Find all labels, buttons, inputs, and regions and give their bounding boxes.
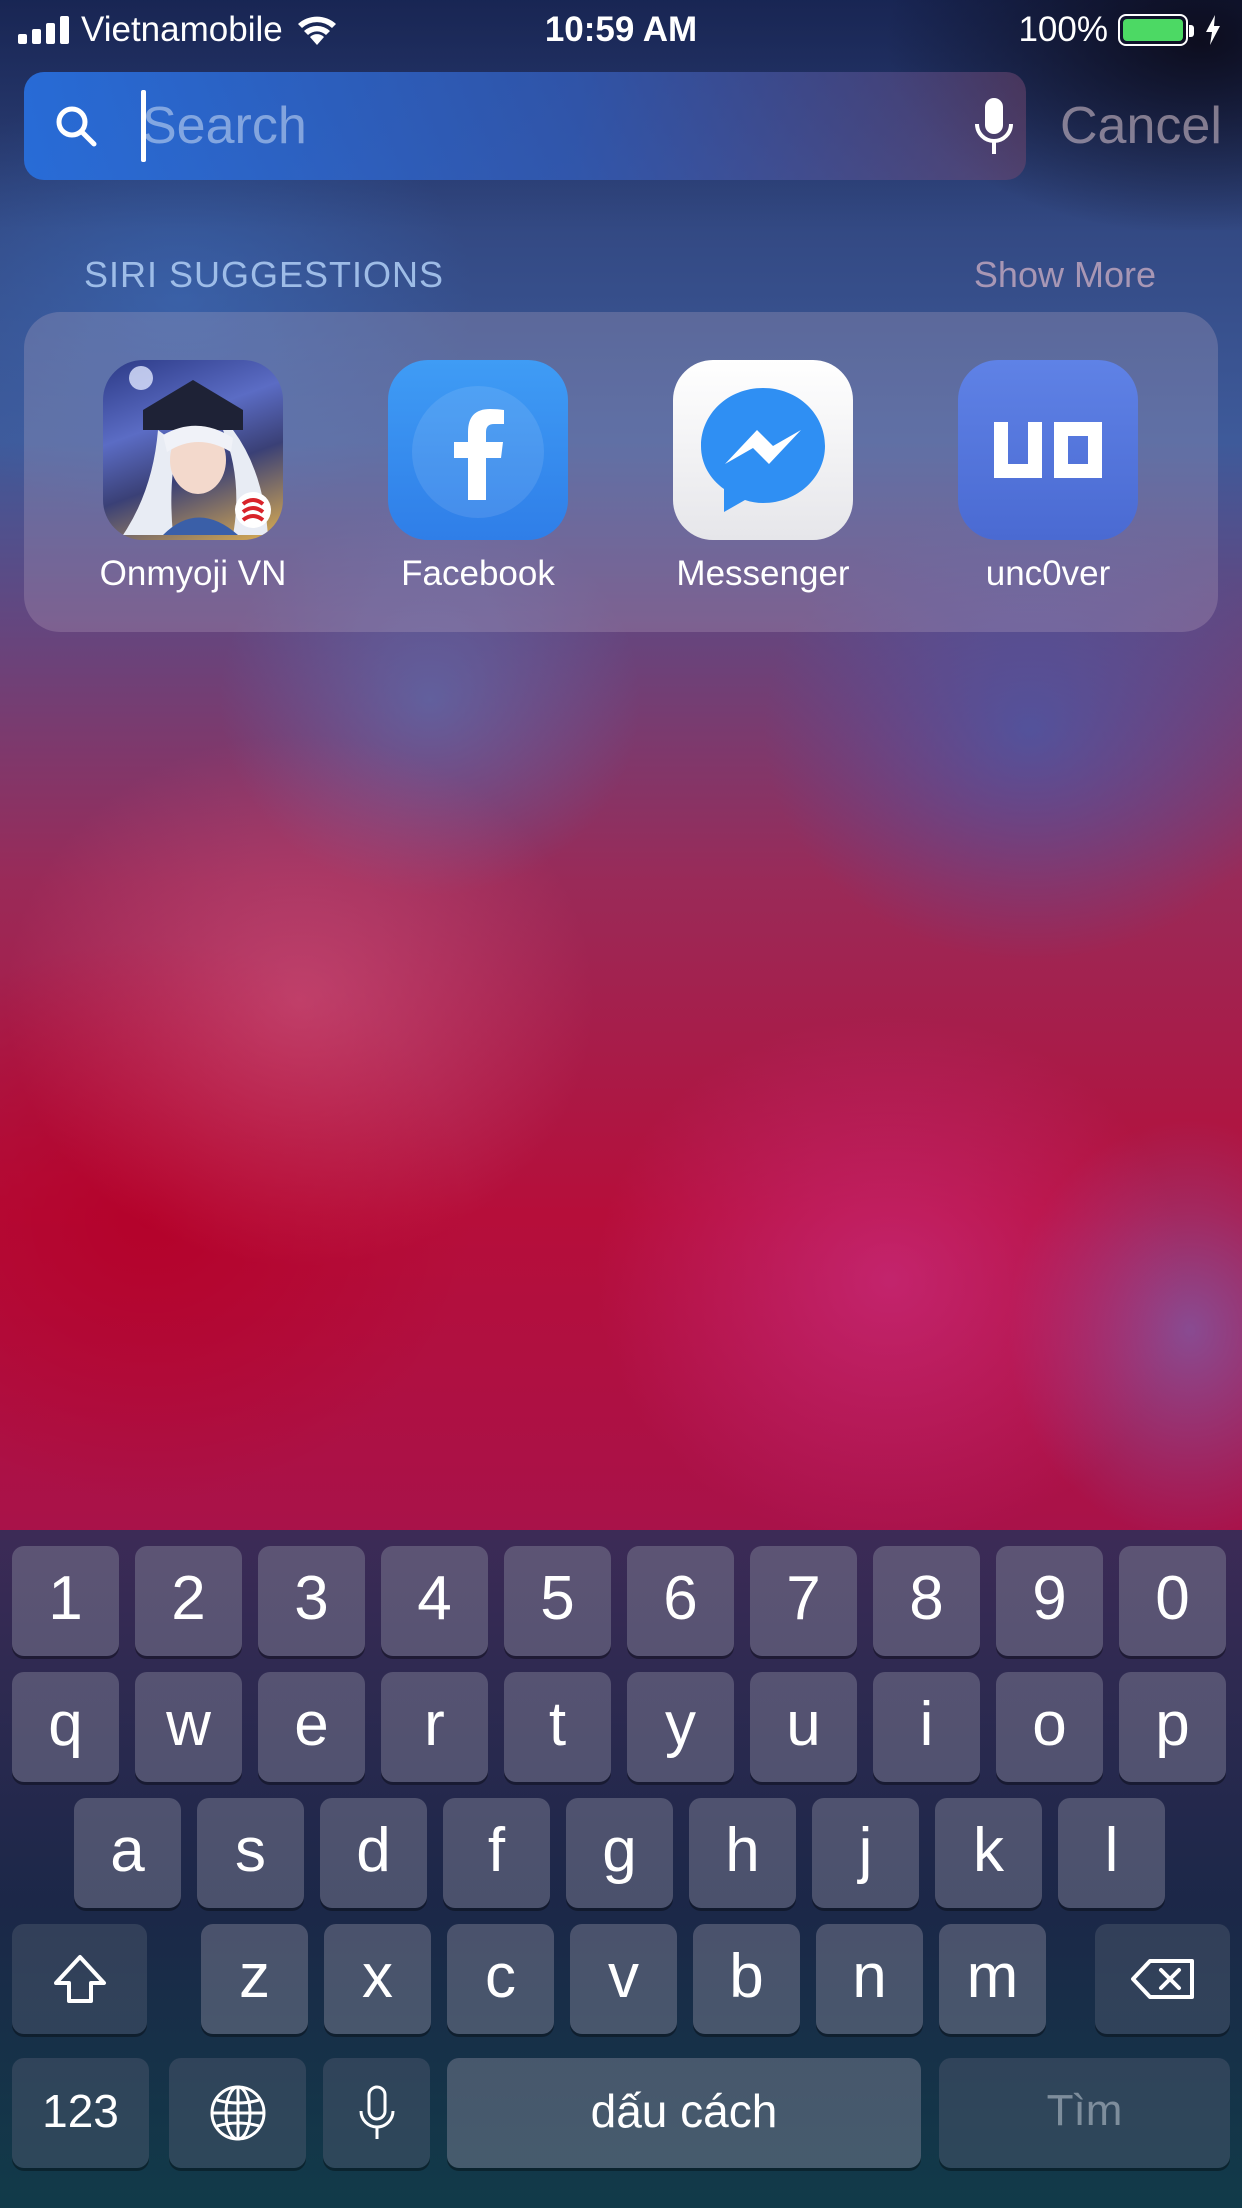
app-onmyoji[interactable]: Onmyoji VN xyxy=(63,360,323,594)
key-k[interactable]: k xyxy=(935,1798,1042,1908)
shift-icon xyxy=(53,1955,106,2003)
key-l[interactable]: l xyxy=(1058,1798,1165,1908)
key-1[interactable]: 1 xyxy=(12,1546,119,1656)
globe-key[interactable] xyxy=(169,2058,306,2168)
microphone-icon xyxy=(359,2085,394,2139)
key-r[interactable]: r xyxy=(381,1672,488,1782)
cancel-button[interactable]: Cancel xyxy=(1060,96,1222,156)
app-messenger[interactable]: Messenger xyxy=(633,360,893,594)
key-q[interactable]: q xyxy=(12,1672,119,1782)
delete-backspace-icon xyxy=(1130,1959,1194,1999)
key-c[interactable]: c xyxy=(447,1924,554,2034)
uncover-app-icon xyxy=(958,360,1138,540)
key-4[interactable]: 4 xyxy=(381,1546,488,1656)
key-d[interactable]: d xyxy=(320,1798,427,1908)
key-x[interactable]: x xyxy=(324,1924,431,2034)
key-2[interactable]: 2 xyxy=(135,1546,242,1656)
key-s[interactable]: s xyxy=(197,1798,304,1908)
key-b[interactable]: b xyxy=(693,1924,800,2034)
charging-bolt-icon xyxy=(1206,15,1220,45)
key-3[interactable]: 3 xyxy=(258,1546,365,1656)
key-n[interactable]: n xyxy=(816,1924,923,2034)
search-icon xyxy=(56,106,97,147)
siri-suggestions-header: SIRI SUGGESTIONS xyxy=(84,254,445,295)
text-caret xyxy=(141,90,146,162)
key-8[interactable]: 8 xyxy=(873,1546,980,1656)
key-v[interactable]: v xyxy=(570,1924,677,2034)
dictation-key[interactable] xyxy=(323,2058,430,2168)
keyboard: 1 2 3 4 5 6 7 8 9 0 q w e r t y u i o p … xyxy=(0,1530,1242,2208)
key-t[interactable]: t xyxy=(504,1672,611,1782)
key-5[interactable]: 5 xyxy=(504,1546,611,1656)
key-y[interactable]: y xyxy=(627,1672,734,1782)
status-bar: Vietnamobile 10:59 AM 100% xyxy=(0,0,1242,60)
numbers-key[interactable]: 123 xyxy=(12,2058,149,2168)
key-z[interactable]: z xyxy=(201,1924,308,2034)
key-f[interactable]: f xyxy=(443,1798,550,1908)
key-6[interactable]: 6 xyxy=(627,1546,734,1656)
key-p[interactable]: p xyxy=(1119,1672,1226,1782)
key-g[interactable]: g xyxy=(566,1798,673,1908)
app-facebook[interactable]: Facebook xyxy=(348,360,608,594)
battery-percent: 100% xyxy=(1018,10,1108,49)
shift-key[interactable] xyxy=(12,1924,147,2034)
app-uncover[interactable]: unc0ver xyxy=(918,360,1178,594)
app-label: Onmyoji VN xyxy=(99,554,287,593)
globe-icon xyxy=(210,2085,265,2141)
search-input[interactable] xyxy=(142,92,942,160)
battery-icon xyxy=(1118,14,1194,46)
key-a[interactable]: a xyxy=(74,1798,181,1908)
key-e[interactable]: e xyxy=(258,1672,365,1782)
key-o[interactable]: o xyxy=(996,1672,1103,1782)
key-h[interactable]: h xyxy=(689,1798,796,1908)
search-return-key[interactable]: Tìm xyxy=(939,2058,1230,2168)
search-field[interactable] xyxy=(24,72,1026,180)
delete-key[interactable] xyxy=(1095,1924,1230,2034)
app-label: Facebook xyxy=(401,554,555,593)
key-j[interactable]: j xyxy=(812,1798,919,1908)
siri-suggestions-panel: Onmyoji VN Facebook Messenger unc0ver xyxy=(24,312,1218,632)
key-u[interactable]: u xyxy=(750,1672,857,1782)
facebook-app-icon xyxy=(388,360,568,540)
key-i[interactable]: i xyxy=(873,1672,980,1782)
key-9[interactable]: 9 xyxy=(996,1546,1103,1656)
app-label: unc0ver xyxy=(985,554,1111,593)
key-m[interactable]: m xyxy=(939,1924,1046,2034)
messenger-app-icon xyxy=(673,360,853,540)
status-right: 100% xyxy=(1018,10,1222,50)
key-w[interactable]: w xyxy=(135,1672,242,1782)
key-7[interactable]: 7 xyxy=(750,1546,857,1656)
onmyoji-app-icon xyxy=(103,360,283,540)
dictation-mic-icon[interactable] xyxy=(969,96,1019,160)
app-label: Messenger xyxy=(676,554,850,593)
space-key[interactable]: dấu cách xyxy=(447,2058,921,2168)
show-more-button[interactable]: Show More xyxy=(974,254,1156,296)
key-0[interactable]: 0 xyxy=(1119,1546,1226,1656)
